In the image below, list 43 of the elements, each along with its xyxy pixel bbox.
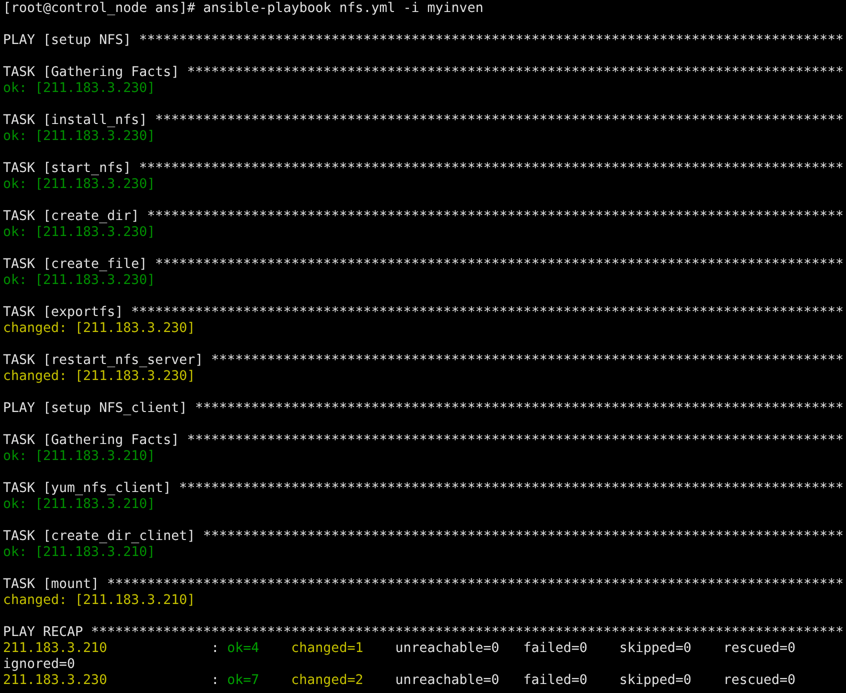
command-line: [root@control_node ans]# ansible-playbook nfs.yml -i myinven [3, 1, 484, 16]
recap-stat: changed=1 [291, 641, 364, 656]
task-result: ok: [211.183.3.210] [3, 497, 156, 512]
recap-stat: ignored=0 [3, 657, 76, 672]
recap-stat: failed=0 [523, 641, 588, 656]
recap-stat: unreachable=0 [395, 641, 500, 656]
recap-stat: ok=7 [227, 673, 260, 688]
task-header: TASK [Gathering Facts] ********************************************************************************** [3, 65, 844, 80]
task-result: ok: [211.183.3.210] [3, 545, 156, 560]
task-header: TASK [yum_nfs_client] *********************************************************************************** [3, 481, 844, 496]
separator: : [211, 673, 220, 689]
recap-stat: rescued=0 [723, 673, 796, 688]
play-header: PLAY [setup NFS] **************************************************************************************** [3, 33, 844, 48]
task-result: ok: [211.183.3.230] [3, 225, 156, 240]
recap-stat: failed=0 [523, 673, 588, 688]
task-header: TASK [Gathering Facts] ********************************************************************************** [3, 433, 844, 448]
task-result: ok: [211.183.3.230] [3, 129, 156, 144]
recap-stat: rescued=0 [723, 641, 796, 656]
task-header: TASK [start_nfs] **************************************************************************************** [3, 161, 844, 176]
task-result: changed: [211.183.3.230] [3, 321, 196, 336]
recap-stat: skipped=0 [619, 673, 692, 688]
host-name: 211.183.3.230 [3, 673, 108, 689]
host-name: 211.183.3.210 [3, 641, 108, 657]
task-header: TASK [create_file] ************************************************************************************** [3, 257, 844, 272]
task-header: TASK [mount] ******************************************************************************************** [3, 577, 844, 592]
task-result: ok: [211.183.3.210] [3, 449, 156, 464]
task-result: ok: [211.183.3.230] [3, 273, 156, 288]
task-header: TASK [install_nfs] ************************************************************************************** [3, 113, 844, 128]
play-header: PLAY [setup NFS_client] ********************************************************************************* [3, 401, 844, 416]
task-result: changed: [211.183.3.210] [3, 593, 196, 608]
task-result: ok: [211.183.3.230] [3, 177, 156, 192]
task-header: TASK [create_dir] *************************************************************************************** [3, 209, 844, 224]
task-header: TASK [create_dir_clinet] ******************************************************************************** [3, 529, 844, 544]
recap-stat: skipped=0 [619, 641, 692, 656]
task-header: TASK [restart_nfs_server] ******************************************************************************* [3, 353, 844, 368]
task-result: ok: [211.183.3.230] [3, 81, 156, 96]
separator: : [211, 641, 220, 657]
recap-stat: unreachable=0 [395, 673, 500, 688]
recap-stat: changed=2 [291, 673, 364, 688]
recap-stat: ok=4 [227, 641, 260, 656]
recap-header: PLAY RECAP ********************************************************************************************** [3, 625, 844, 640]
task-result: changed: [211.183.3.230] [3, 369, 196, 384]
task-header: TASK [exportfs] ***************************************************************************************** [3, 305, 844, 320]
